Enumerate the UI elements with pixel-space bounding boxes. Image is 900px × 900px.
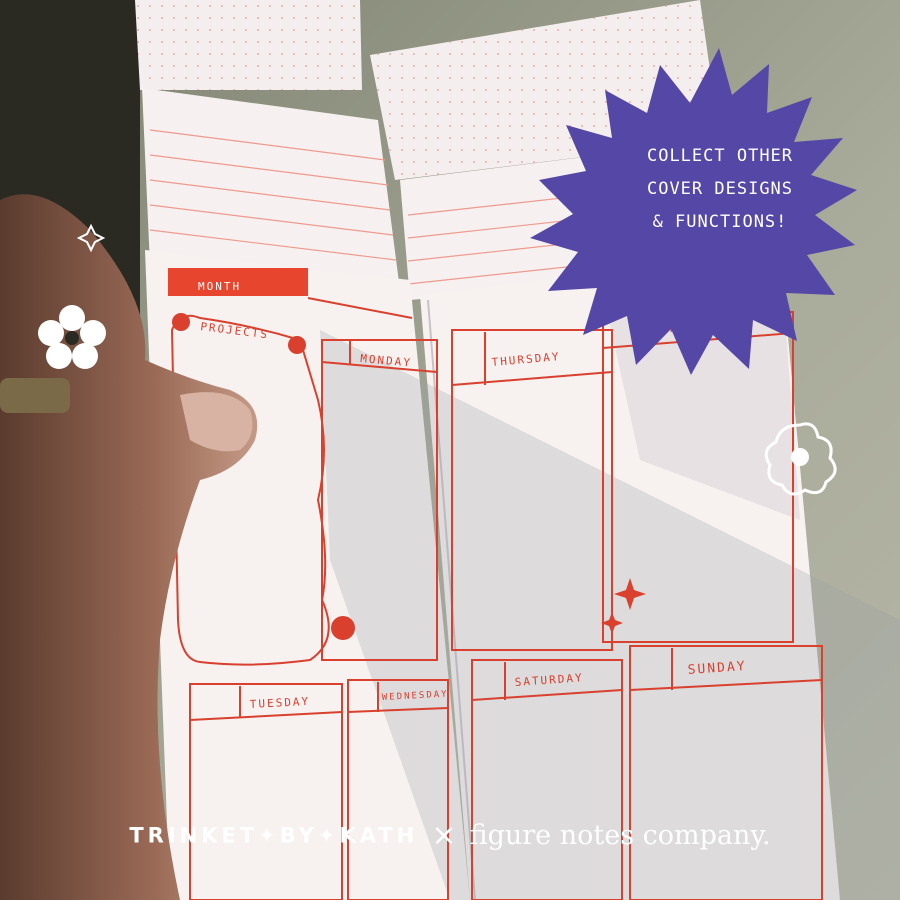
badge-line-2: COVER DESIGNS [646, 179, 794, 199]
month-label: MONTH [198, 280, 241, 293]
brand-figure-notes: figure notes company. [469, 820, 771, 851]
brand-separator: × [431, 818, 457, 853]
badge-text: COLLECT OTHER COVER DESIGNS & FUNCTIONS! [610, 140, 830, 239]
brand-footer: TRINKET✦BY✦KATH × figure notes company. [0, 818, 900, 853]
badge-line-3: & FUNCTIONS! [652, 212, 788, 232]
front-planner-notebook [145, 250, 900, 900]
brand-trinket-by-kath: TRINKET✦BY✦KATH [129, 823, 419, 848]
photo-scene: MONTH PROJECTS MONDAY TUESDAY WEDNESDAY … [0, 0, 900, 900]
ring [0, 378, 70, 413]
badge-line-1: COLLECT OTHER [646, 146, 794, 166]
